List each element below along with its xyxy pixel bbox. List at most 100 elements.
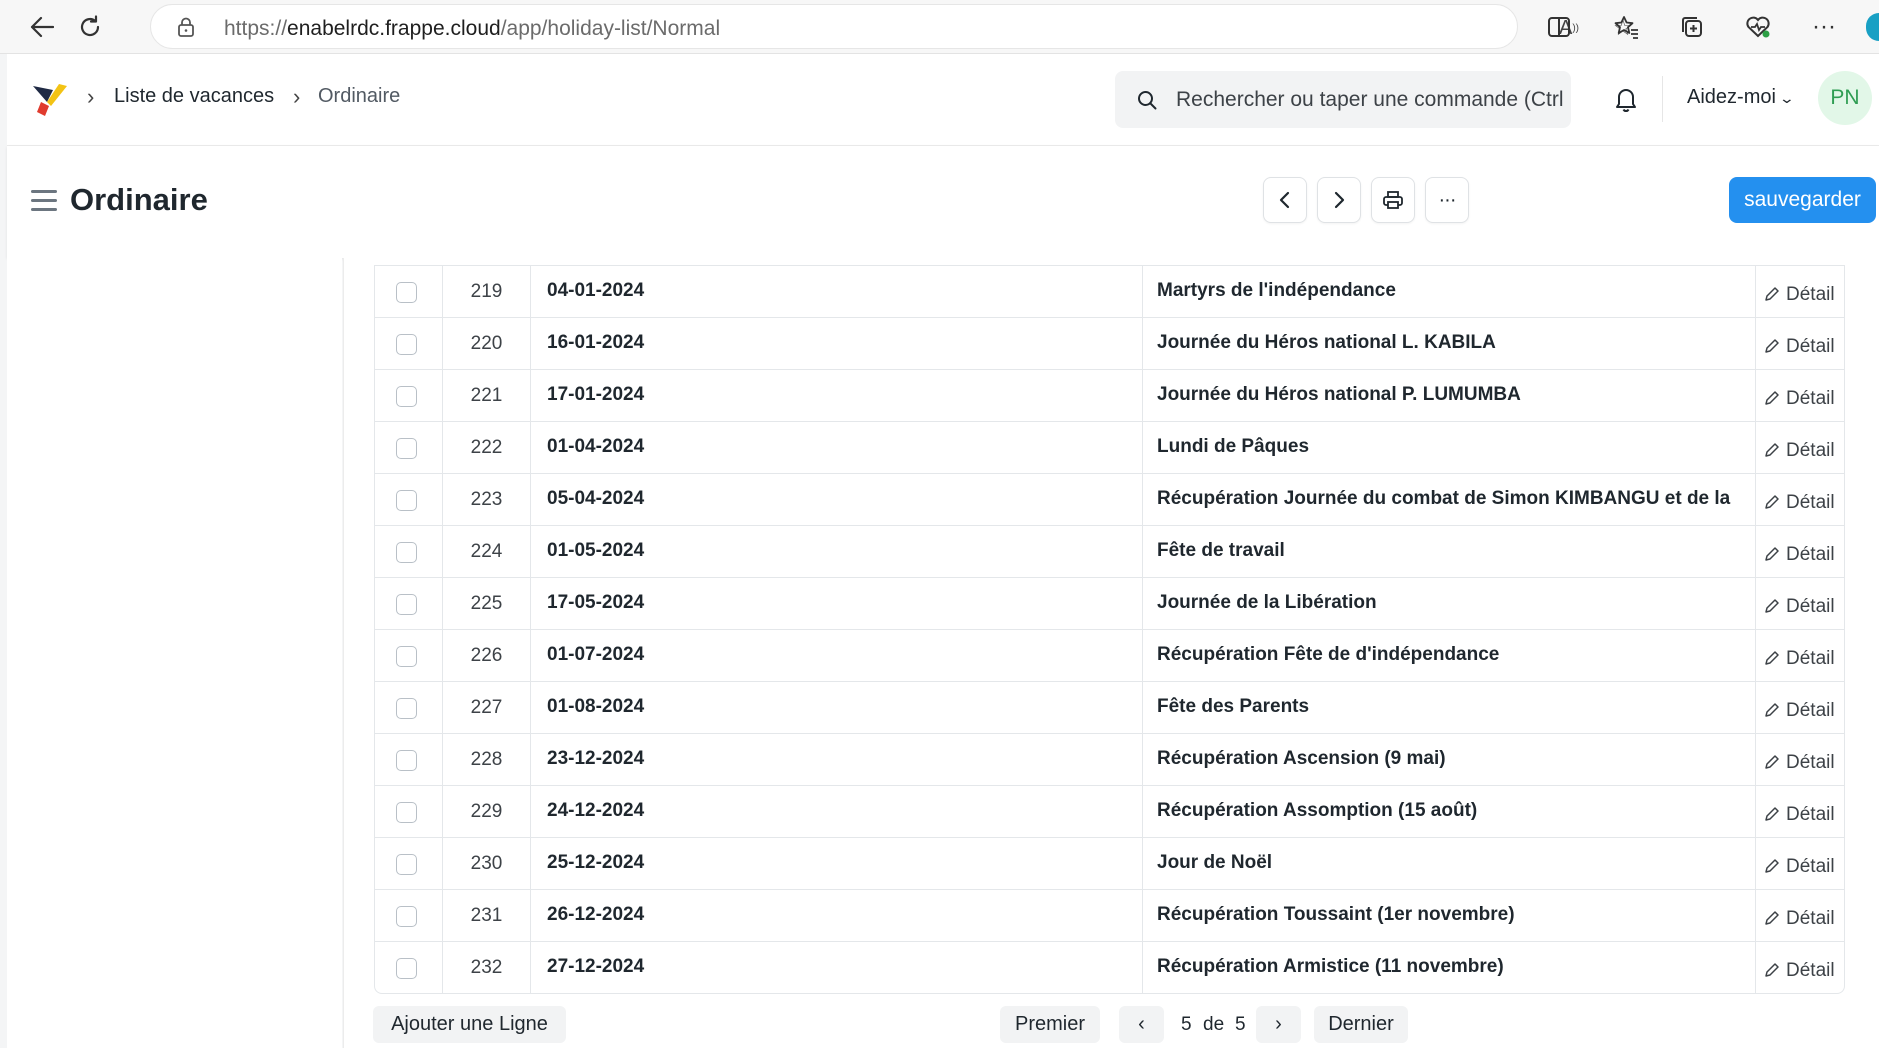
holiday-date[interactable]: 01-07-2024 (531, 630, 1143, 682)
row-edit-button[interactable]: Détail (1756, 942, 1846, 994)
holiday-description[interactable]: Lundi de Pâques (1143, 422, 1756, 474)
breadcrumb-holiday-list[interactable]: Liste de vacances (114, 85, 274, 108)
row-edit-button[interactable]: Détail (1756, 266, 1846, 318)
row-checkbox[interactable] (396, 958, 417, 979)
holiday-description[interactable]: Récupération Journée du combat de Simon … (1143, 474, 1756, 526)
table-row[interactable]: 223 05-04-2024 Récupération Journée du com… (375, 473, 1846, 526)
table-row[interactable]: 222 01-04-2024 Lundi de Pâques Détail (375, 421, 1846, 474)
address-bar[interactable]: https://enabelrdc.frappe.cloud/app/holid… (150, 4, 1633, 49)
row-edit-button[interactable]: Détail (1756, 630, 1846, 682)
holiday-description[interactable]: Journée du Héros national P. LUMUMBA (1143, 370, 1756, 422)
more-actions-button[interactable]: ··· (1425, 177, 1469, 223)
row-checkbox[interactable] (396, 542, 417, 563)
search-input[interactable]: Rechercher ou taper une commande (Ctrl (1176, 88, 1564, 112)
holiday-date[interactable]: 04-01-2024 (531, 266, 1143, 318)
row-edit-button[interactable]: Détail (1756, 370, 1846, 422)
collections-icon[interactable] (1674, 9, 1710, 45)
back-icon[interactable] (24, 9, 60, 45)
next-page-button[interactable]: › (1256, 1006, 1301, 1043)
favorites-icon[interactable] (1608, 9, 1644, 45)
holiday-description[interactable]: Fête de travail (1143, 526, 1756, 578)
notification-bell-icon[interactable] (1613, 85, 1639, 113)
holiday-date[interactable]: 27-12-2024 (531, 942, 1143, 994)
table-row[interactable]: 228 23-12-2024 Récupération Ascension (9 m… (375, 733, 1846, 786)
row-edit-button[interactable]: Détail (1756, 526, 1846, 578)
row-checkbox[interactable] (396, 854, 417, 875)
print-button[interactable] (1371, 177, 1415, 223)
row-checkbox[interactable] (396, 906, 417, 927)
holiday-date[interactable]: 01-05-2024 (531, 526, 1143, 578)
row-edit-button[interactable]: Détail (1756, 890, 1846, 942)
row-edit-button[interactable]: Détail (1756, 734, 1846, 786)
holiday-description[interactable]: Fête des Parents (1143, 682, 1756, 734)
browser-essentials-icon[interactable] (1740, 9, 1776, 45)
awesome-bar[interactable]: Rechercher ou taper une commande (Ctrl (1115, 71, 1571, 128)
row-edit-button[interactable]: Détail (1756, 578, 1846, 630)
add-row-button[interactable]: Ajouter une Ligne (373, 1006, 566, 1043)
holiday-date[interactable]: 17-05-2024 (531, 578, 1143, 630)
table-row[interactable]: 226 01-07-2024 Récupération Fête de d'indé… (375, 629, 1846, 682)
row-edit-button[interactable]: Détail (1756, 318, 1846, 370)
holiday-description[interactable]: Récupération Assomption (15 août) (1143, 786, 1756, 838)
holiday-date[interactable]: 01-04-2024 (531, 422, 1143, 474)
save-button[interactable]: sauvegarder (1729, 177, 1876, 223)
table-row[interactable]: 229 24-12-2024 Récupération Assomption (15… (375, 785, 1846, 838)
table-row[interactable]: 219 04-01-2024 Martyrs de l'indépendance Dé… (375, 265, 1846, 318)
breadcrumb-current[interactable]: Ordinaire (318, 85, 400, 108)
table-row[interactable]: 225 17-05-2024 Journée de la Libération Dét… (375, 577, 1846, 630)
next-doc-button[interactable] (1317, 177, 1361, 223)
first-page-button[interactable]: Premier (1000, 1006, 1100, 1043)
holiday-date[interactable]: 05-04-2024 (531, 474, 1143, 526)
holiday-date[interactable]: 17-01-2024 (531, 370, 1143, 422)
sidebar-toggle-icon[interactable] (31, 190, 57, 212)
row-edit-button[interactable]: Détail (1756, 786, 1846, 838)
row-edit-button[interactable]: Détail (1756, 838, 1846, 890)
holiday-date[interactable]: 16-01-2024 (531, 318, 1143, 370)
row-checkbox[interactable] (396, 386, 417, 407)
row-edit-button[interactable]: Détail (1756, 422, 1846, 474)
table-row[interactable]: 220 16-01-2024 Journée du Héros national L… (375, 317, 1846, 370)
holiday-date[interactable]: 23-12-2024 (531, 734, 1143, 786)
row-checkbox[interactable] (396, 594, 417, 615)
prev-page-button[interactable]: ‹ (1119, 1006, 1164, 1043)
row-checkbox[interactable] (396, 802, 417, 823)
avatar[interactable]: PN (1818, 71, 1872, 125)
lock-icon[interactable] (177, 17, 195, 37)
holiday-description[interactable]: Récupération Ascension (9 mai) (1143, 734, 1756, 786)
row-checkbox[interactable] (396, 698, 417, 719)
table-row[interactable]: 232 27-12-2024 Récupération Armistice (11 … (375, 941, 1846, 994)
refresh-icon[interactable] (72, 9, 108, 45)
holiday-description[interactable]: Martyrs de l'indépendance (1143, 266, 1756, 318)
holiday-date[interactable]: 26-12-2024 (531, 890, 1143, 942)
help-dropdown[interactable]: Aidez-moi ⌄ (1687, 86, 1796, 109)
split-screen-icon[interactable] (1541, 9, 1577, 45)
row-checkbox[interactable] (396, 490, 417, 511)
holiday-date[interactable]: 24-12-2024 (531, 786, 1143, 838)
table-row[interactable]: 231 26-12-2024 Récupération Toussaint (1er… (375, 889, 1846, 942)
holiday-description[interactable]: Journée du Héros national L. KABILA (1143, 318, 1756, 370)
row-edit-button[interactable]: Détail (1756, 682, 1846, 734)
table-row[interactable]: 227 01-08-2024 Fête des Parents Détail (375, 681, 1846, 734)
row-checkbox[interactable] (396, 646, 417, 667)
more-menu-icon[interactable]: ··· (1806, 9, 1842, 45)
row-checkbox[interactable] (396, 282, 417, 303)
holiday-description[interactable]: Récupération Toussaint (1er novembre) (1143, 890, 1756, 942)
holiday-date[interactable]: 01-08-2024 (531, 682, 1143, 734)
row-checkbox[interactable] (396, 334, 417, 355)
holiday-date[interactable]: 25-12-2024 (531, 838, 1143, 890)
table-row[interactable]: 221 17-01-2024 Journée du Héros national P… (375, 369, 1846, 422)
holiday-description[interactable]: Journée de la Libération (1143, 578, 1756, 630)
holiday-description[interactable]: Jour de Noël (1143, 838, 1756, 890)
url-text[interactable]: https://enabelrdc.frappe.cloud/app/holid… (224, 17, 720, 41)
table-row[interactable]: 230 25-12-2024 Jour de Noël Détail (375, 837, 1846, 890)
copilot-icon[interactable] (1866, 13, 1879, 41)
previous-doc-button[interactable] (1263, 177, 1307, 223)
last-page-button[interactable]: Dernier (1314, 1006, 1408, 1043)
row-checkbox[interactable] (396, 438, 417, 459)
app-logo[interactable] (29, 82, 69, 118)
row-edit-button[interactable]: Détail (1756, 474, 1846, 526)
row-checkbox[interactable] (396, 750, 417, 771)
holiday-description[interactable]: Récupération Fête de d'indépendance (1143, 630, 1756, 682)
holiday-description[interactable]: Récupération Armistice (11 novembre) (1143, 942, 1756, 994)
table-row[interactable]: 224 01-05-2024 Fête de travail Détail (375, 525, 1846, 578)
